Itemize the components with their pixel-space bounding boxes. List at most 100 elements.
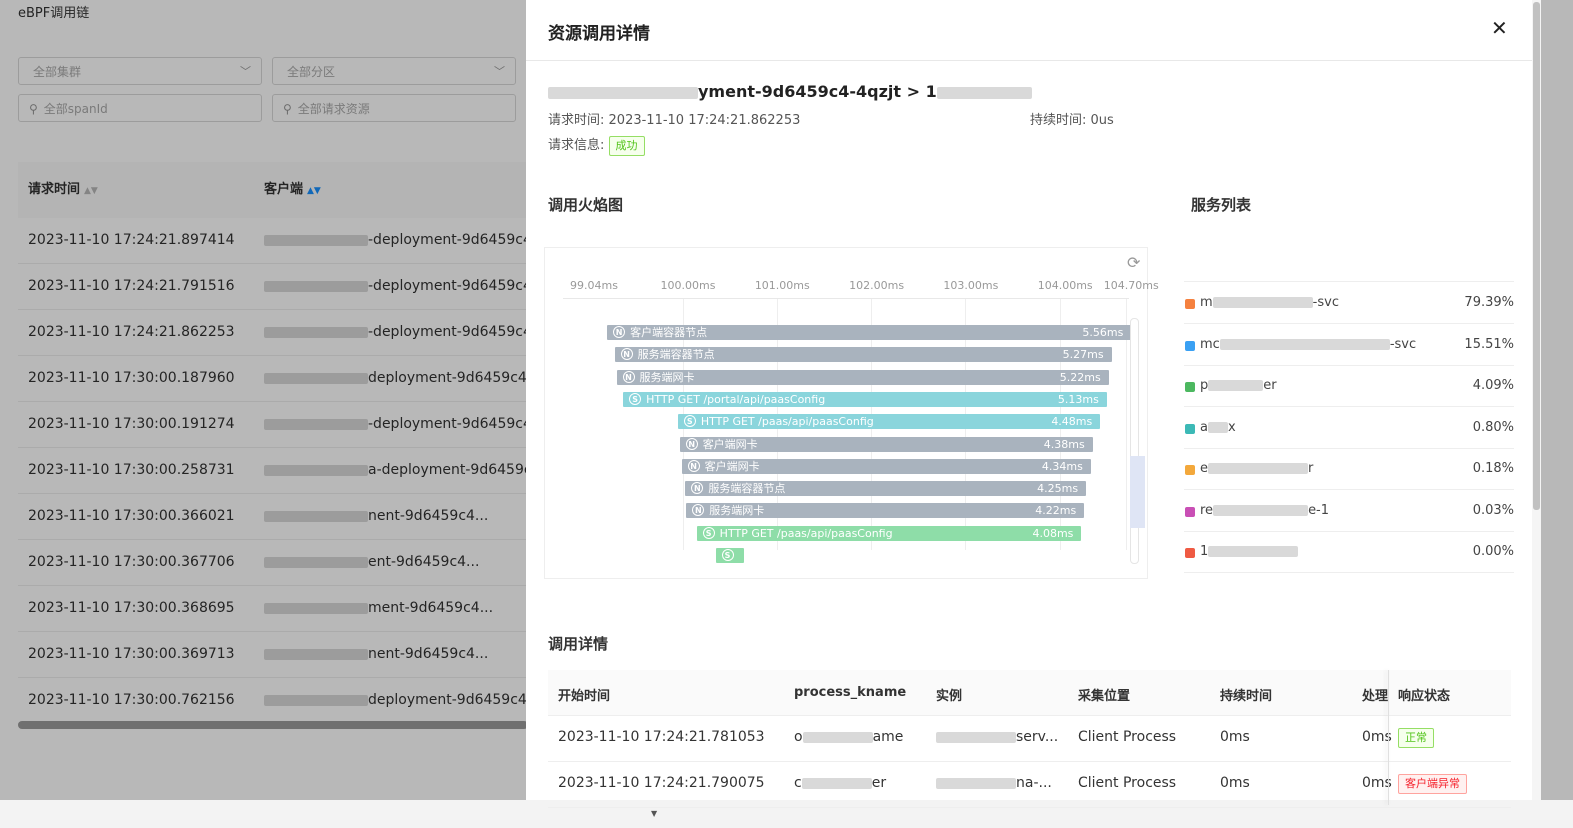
flame-scroll-thumb[interactable] — [1130, 456, 1145, 528]
service-percent: 4.09% — [1472, 378, 1514, 393]
redacted-text — [1208, 463, 1308, 474]
axis-tick-label: 102.00ms — [849, 279, 905, 292]
status-badge: 成功 — [608, 136, 645, 156]
service-color-dot — [1185, 465, 1195, 475]
flame-bar[interactable]: S HTTP GET /paas/api/paasConfig 4.08ms — [696, 525, 1082, 541]
service-color-dot — [1185, 423, 1195, 434]
service-list-item[interactable]: a x 0.80% — [1184, 407, 1514, 449]
redacted-text — [936, 777, 1016, 789]
flame-bar-duration: 4.38ms — [1043, 437, 1085, 451]
service-color-dot — [1185, 340, 1195, 351]
service-list-item[interactable]: 1 0.00% — [1184, 531, 1514, 573]
span-type-icon: S — [721, 549, 734, 561]
refresh-icon[interactable]: ⟳ — [1127, 253, 1140, 272]
row-process-kname: o ame — [794, 729, 904, 745]
row-duration: 0ms — [1220, 775, 1250, 791]
row-start-time: 2023-11-10 17:24:21.781053 — [558, 729, 765, 745]
flame-bar[interactable]: N 服务端网卡 5.22ms — [616, 369, 1109, 385]
flame-bar[interactable]: S HTTP GET /portal/api/paasConfig 5.13ms — [623, 391, 1107, 407]
duration: 持续时间: 0us — [1030, 113, 1114, 128]
redacted-text — [1208, 380, 1264, 391]
row-duration: 0ms — [1220, 729, 1250, 745]
row-location: Client Process — [1078, 775, 1177, 791]
service-name: m -svc — [1200, 295, 1339, 310]
axis-tick-label: 99.04ms — [570, 279, 618, 292]
axis-tick-label: 104.00ms — [1037, 279, 1093, 292]
service-list-item[interactable]: p er 4.09% — [1184, 365, 1514, 407]
drawer-scroll-thumb[interactable] — [1533, 2, 1540, 510]
col-duration: 持续时间 — [1220, 689, 1273, 704]
flame-bar-duration: 4.48ms — [1051, 415, 1093, 429]
close-icon[interactable]: ✕ — [1491, 16, 1508, 40]
span-type-icon: N — [685, 437, 698, 450]
service-percent: 0.03% — [1472, 502, 1514, 518]
row-instance: serv... — [936, 729, 1058, 745]
redacted-text — [548, 86, 698, 99]
flame-graph: ⟳ 99.04ms 100.00ms 101.00ms 102.00ms 103.00m… — [544, 247, 1159, 579]
flame-bar[interactable]: N 客户端网卡 4.38ms — [679, 436, 1093, 452]
table-row[interactable]: 2023-11-10 17:24:21.781053 o ame serv... Cli… — [548, 716, 1511, 762]
span-type-icon: S — [629, 392, 642, 405]
collapse-arrow-icon[interactable]: ▼ — [651, 809, 657, 818]
flame-bar[interactable]: N 服务端容器节点 5.27ms — [614, 347, 1112, 363]
redacted-text — [936, 86, 1032, 99]
flame-bar-label: HTTP GET /paas/api/paasConfig — [719, 526, 893, 540]
request-time: 请求时间: 2023-11-10 17:24:21.862253 — [548, 113, 801, 128]
service-name: er — [1200, 461, 1314, 476]
service-list-item[interactable]: mc -svc 15.51% — [1184, 324, 1514, 366]
redacted-text — [1212, 297, 1313, 308]
service-list-item[interactable]: m -svc 79.39% — [1184, 282, 1514, 324]
span-type-icon: N — [687, 459, 700, 472]
time-axis — [563, 298, 1129, 299]
call-route: yment-9d6459c4-4qzjt > 1 — [548, 82, 1032, 101]
service-percent: 0.00% — [1472, 544, 1514, 559]
service-percent: 79.39% — [1464, 295, 1514, 310]
detail-title: 调用详情 — [548, 635, 609, 653]
detail-table-header: 开始时间 process_kname 实例 采集位置 持续时间 处理 响应状态 — [548, 670, 1511, 716]
table-row[interactable]: 2023-11-10 17:24:21.790075 c er na-... Clien… — [548, 762, 1511, 808]
redacted-text — [1207, 421, 1228, 433]
flame-bar-duration: 4.34ms — [1041, 459, 1083, 473]
detail-table: 开始时间 process_kname 实例 采集位置 持续时间 处理 响应状态 … — [548, 670, 1511, 808]
service-name: p er — [1200, 378, 1277, 393]
axis-tick-label: 100.00ms — [660, 279, 716, 292]
service-list-item[interactable]: e r 0.18% — [1184, 448, 1514, 490]
drawer-header: 资源调用详情 ✕ — [526, 0, 1541, 61]
resource-detail-drawer: 资源调用详情 ✕ yment-9d6459c4-4qzjt > 1 请求时间: … — [526, 0, 1541, 808]
service-color-dot — [1185, 299, 1195, 309]
row-instance: na-... — [936, 775, 1052, 791]
flame-bar[interactable]: S — [715, 548, 744, 563]
flame-bar-duration: 4.25ms — [1037, 482, 1079, 496]
service-name: re e-1 — [1200, 502, 1330, 518]
flame-bar-duration: 5.56ms — [1082, 326, 1124, 339]
redacted-text — [936, 731, 1016, 743]
drawer-scrollbar[interactable] — [1532, 0, 1541, 800]
flame-bar[interactable]: N 客户端网卡 4.34ms — [681, 458, 1091, 474]
row-location: Client Process — [1078, 729, 1177, 745]
service-percent: 0.80% — [1472, 419, 1514, 435]
flame-bar[interactable]: N 服务端容器节点 4.25ms — [685, 481, 1087, 497]
status-badge: 客户端异常 — [1398, 774, 1467, 794]
redacted-text — [802, 731, 873, 743]
flame-bar-label: 客户端网卡 — [704, 459, 760, 473]
span-type-icon: N — [692, 504, 705, 517]
fixed-column-shadow — [1388, 670, 1389, 805]
col-start-time: 开始时间 — [558, 689, 611, 704]
flame-bar[interactable]: N 服务端网卡 4.22ms — [686, 503, 1085, 519]
flame-bar[interactable]: S HTTP GET /paas/api/paasConfig 4.48ms — [677, 414, 1101, 430]
col-instance: 实例 — [936, 689, 963, 704]
flame-bar-label: HTTP GET /paas/api/paasConfig — [700, 415, 874, 429]
flame-bar-duration: 5.22ms — [1059, 370, 1101, 384]
service-color-dot — [1185, 548, 1195, 558]
flame-bar-duration: 5.13ms — [1057, 392, 1099, 406]
flame-bar-label: 服务端容器节点 — [637, 348, 715, 362]
row-start-time: 2023-11-10 17:24:21.790075 — [558, 775, 765, 791]
col-process-kname: process_kname — [794, 685, 907, 700]
service-name: 1 — [1200, 544, 1299, 559]
service-percent: 0.18% — [1472, 461, 1514, 476]
flame-bar[interactable]: N 客户端容器节点 5.56ms — [607, 325, 1132, 340]
redacted-text — [1208, 546, 1299, 557]
service-list-item[interactable]: re e-1 0.03% — [1184, 490, 1514, 532]
flame-bar-label: 服务端容器节点 — [708, 482, 786, 496]
flame-bar-duration: 5.27ms — [1062, 348, 1104, 362]
